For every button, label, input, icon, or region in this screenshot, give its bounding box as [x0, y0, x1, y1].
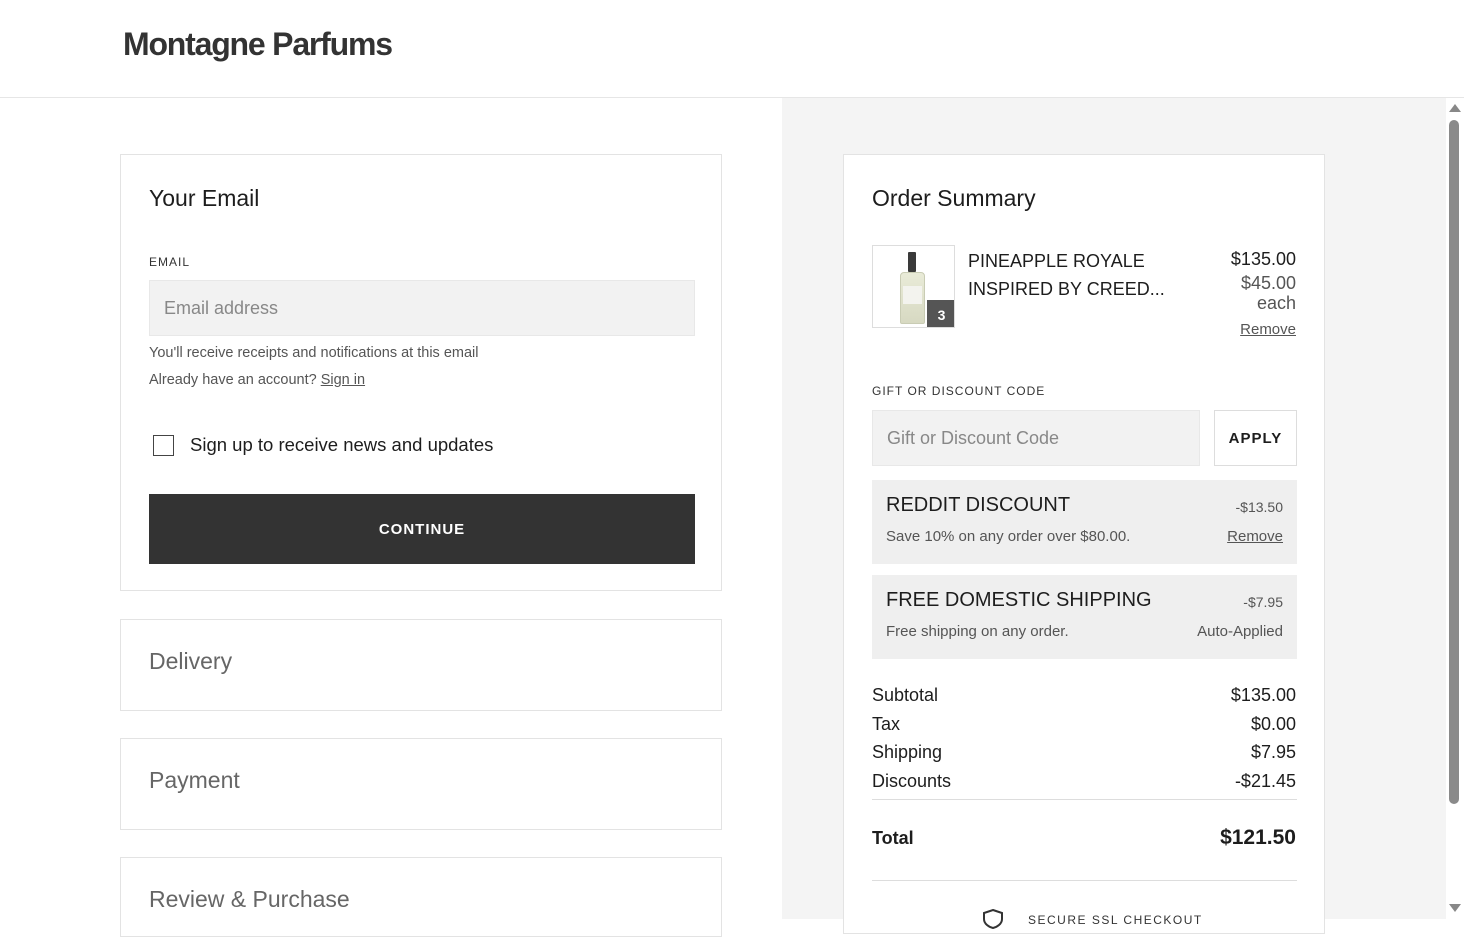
discounts-value: -$21.45 [1234, 771, 1296, 791]
account-prompt: Already have an account? [149, 372, 317, 388]
tax-label: Tax [872, 714, 901, 734]
subtotal-label: Subtotal [872, 685, 939, 705]
brand-logo[interactable]: Montagne Parfums [123, 26, 393, 63]
total-value: $121.50 [1220, 826, 1296, 849]
newsletter-label[interactable]: Sign up to receive news and updates [190, 434, 493, 456]
continue-button[interactable]: CONTINUE [149, 494, 695, 564]
discount-title: REDDIT DISCOUNT [886, 494, 1071, 516]
discount-description: Free shipping on any order. [886, 623, 1069, 640]
subtotal-value: $135.00 [1230, 685, 1296, 705]
secure-checkout-text: SECURE SSL CHECKOUT [1028, 913, 1203, 927]
totals-divider [872, 799, 1297, 800]
order-summary-title: Order Summary [872, 185, 1036, 211]
discount-code-field[interactable] [873, 411, 1199, 465]
scroll-down-arrow-icon[interactable] [1449, 904, 1461, 912]
remove-discount-link[interactable]: Remove [1227, 528, 1283, 545]
unit-price: $45.00 [1240, 273, 1296, 293]
unit-suffix: each [1256, 293, 1296, 313]
auto-applied-label: Auto-Applied [1197, 623, 1283, 640]
bottle-label [903, 286, 922, 304]
product-thumbnail[interactable]: 3 [872, 245, 955, 328]
discount-description: Save 10% on any order over $80.00. [886, 528, 1131, 545]
shipping-value: $7.95 [1250, 742, 1296, 762]
receipt-note: You'll receive receipts and notification… [149, 345, 479, 361]
email-label: EMAIL [149, 255, 191, 269]
review-title: Review & Purchase [149, 886, 350, 912]
discount-code-label: GIFT OR DISCOUNT CODE [872, 384, 1046, 398]
discounts-label: Discounts [872, 771, 952, 791]
discount-amount: -$13.50 [1235, 499, 1283, 515]
payment-section[interactable]: Payment [120, 738, 722, 830]
tax-value: $0.00 [1250, 714, 1296, 734]
line-total: $135.00 [1230, 249, 1296, 269]
order-summary: Order Summary 3 PINEAPPLE ROYALE INSPIRE… [843, 154, 1325, 934]
email-field[interactable] [150, 281, 694, 335]
payment-title: Payment [149, 767, 240, 793]
account-prompt-row: Already have an account? Sign in [149, 372, 365, 388]
shipping-label: Shipping [872, 742, 943, 762]
review-section[interactable]: Review & Purchase [120, 857, 722, 937]
apply-button[interactable]: APPLY [1214, 410, 1297, 466]
product-name: PINEAPPLE ROYALE INSPIRED BY CREED... [968, 251, 1165, 299]
remove-item-link[interactable]: Remove [1240, 321, 1296, 338]
email-section-title: Your Email [149, 185, 260, 211]
discount-reddit: REDDIT DISCOUNT Save 10% on any order ov… [872, 480, 1297, 564]
site-header: Montagne Parfums [0, 0, 1464, 98]
bottle-cap [908, 252, 916, 272]
sign-in-link[interactable]: Sign in [321, 372, 365, 388]
shield-icon [983, 909, 1003, 929]
scroll-up-arrow-icon[interactable] [1449, 104, 1461, 112]
secure-checkout: SECURE SSL CHECKOUT [982, 907, 1282, 929]
quantity-badge: 3 [927, 300, 954, 327]
discount-code-wrapper [872, 410, 1200, 466]
discount-amount: -$7.95 [1243, 594, 1283, 610]
delivery-section[interactable]: Delivery [120, 619, 722, 711]
email-field-wrapper [149, 280, 695, 336]
discount-title: FREE DOMESTIC SHIPPING [886, 589, 1152, 611]
newsletter-checkbox[interactable] [153, 435, 174, 456]
scroll-thumb[interactable] [1449, 120, 1459, 804]
page-scrollbar[interactable] [1446, 98, 1464, 919]
discount-shipping: FREE DOMESTIC SHIPPING Free shipping on … [872, 575, 1297, 659]
total-label: Total [872, 828, 914, 848]
delivery-title: Delivery [149, 648, 233, 674]
secure-divider [872, 880, 1297, 881]
email-section: Your Email EMAIL You'll receive receipts… [120, 154, 722, 591]
